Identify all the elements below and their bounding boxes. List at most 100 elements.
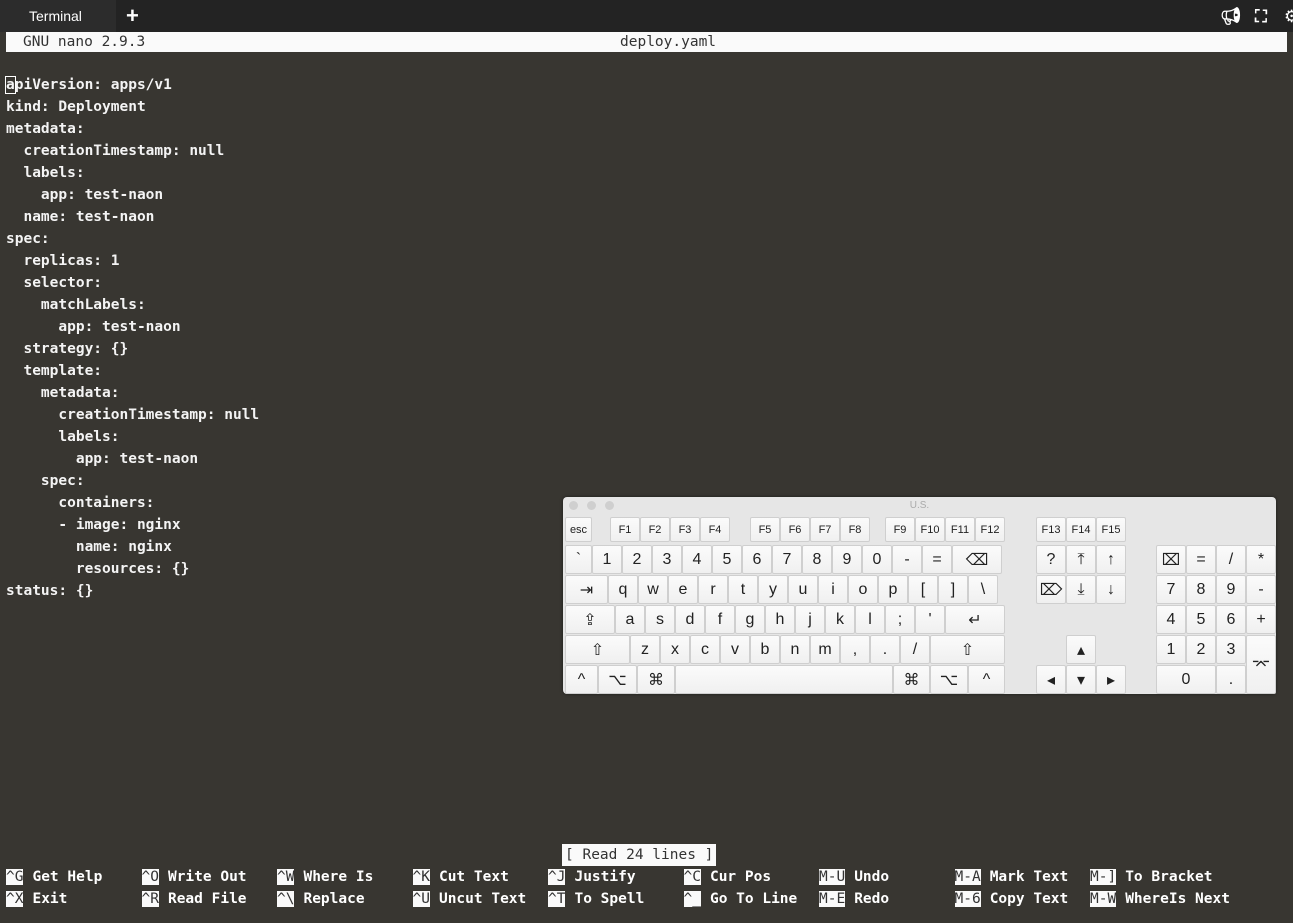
key-sym[interactable]: = <box>1186 545 1216 574</box>
key-F3[interactable]: F3 <box>670 517 700 542</box>
key-1[interactable]: 1 <box>592 545 622 574</box>
key-a[interactable]: a <box>615 605 645 634</box>
key-sym[interactable]: ◂ <box>1036 665 1066 694</box>
key-m[interactable]: m <box>810 635 840 664</box>
key-j[interactable]: j <box>795 605 825 634</box>
key-p[interactable]: p <box>878 575 908 604</box>
key-sym[interactable]: - <box>892 545 922 574</box>
key-backspace[interactable]: ⌫ <box>952 545 1002 574</box>
key-1[interactable]: 1 <box>1156 635 1186 664</box>
key-l[interactable]: l <box>855 605 885 634</box>
key-0[interactable]: 0 <box>862 545 892 574</box>
key-5[interactable]: 5 <box>1186 605 1216 634</box>
key-sym[interactable]: ; <box>885 605 915 634</box>
key-q[interactable]: q <box>608 575 638 604</box>
key-tab[interactable]: ⇥ <box>565 575 608 604</box>
key-7[interactable]: 7 <box>1156 575 1186 604</box>
key-sym[interactable]: ⤓ <box>1066 575 1096 604</box>
key-9[interactable]: 9 <box>1216 575 1246 604</box>
key-u[interactable]: u <box>788 575 818 604</box>
tab-terminal[interactable]: Terminal <box>0 0 116 32</box>
key-x[interactable]: x <box>660 635 690 664</box>
key-control[interactable]: ^ <box>565 665 598 694</box>
key-sym[interactable]: / <box>1216 545 1246 574</box>
key-F6[interactable]: F6 <box>780 517 810 542</box>
key-sym[interactable]: [ <box>908 575 938 604</box>
key-control[interactable]: ^ <box>968 665 1005 694</box>
key-s[interactable]: s <box>645 605 675 634</box>
key-clear[interactable]: ⌧ <box>1156 545 1186 574</box>
key-sym[interactable]: . <box>870 635 900 664</box>
keyboard-viewer-window[interactable]: U.S. esc F1 F2 F3 F4 F5 F6 F7 F8 F9 F10 F11 F12 F13 F1… <box>563 497 1276 694</box>
key-F15[interactable]: F15 <box>1096 517 1126 542</box>
key-f[interactable]: f <box>705 605 735 634</box>
key-3[interactable]: 3 <box>1216 635 1246 664</box>
key-return[interactable]: ↵ <box>945 605 1005 634</box>
key-c[interactable]: c <box>690 635 720 664</box>
key-4[interactable]: 4 <box>682 545 712 574</box>
key-F10[interactable]: F10 <box>915 517 945 542</box>
key-sym[interactable]: ] <box>938 575 968 604</box>
key-enter[interactable]: ⌤ <box>1246 635 1276 694</box>
key-shift[interactable]: ⇧ <box>565 635 630 664</box>
key-e[interactable]: e <box>668 575 698 604</box>
key-w[interactable]: w <box>638 575 668 604</box>
key-2[interactable]: 2 <box>622 545 652 574</box>
key-shift[interactable]: ⇧ <box>930 635 1005 664</box>
key-sym[interactable]: ⤒ <box>1066 545 1096 574</box>
key-k[interactable]: k <box>825 605 855 634</box>
key-n[interactable]: n <box>780 635 810 664</box>
key-esc[interactable]: esc <box>565 517 592 542</box>
key-forward-delete[interactable]: ⌦ <box>1036 575 1066 604</box>
key-o[interactable]: o <box>848 575 878 604</box>
key-sym[interactable]: * <box>1246 545 1276 574</box>
key-d[interactable]: d <box>675 605 705 634</box>
key-option[interactable]: ⌥ <box>930 665 968 694</box>
key-sym[interactable]: / <box>900 635 930 664</box>
key-space[interactable] <box>675 665 893 694</box>
key-option[interactable]: ⌥ <box>598 665 637 694</box>
key-z[interactable]: z <box>630 635 660 664</box>
key-4[interactable]: 4 <box>1156 605 1186 634</box>
key-F1[interactable]: F1 <box>610 517 640 542</box>
editor-text-area[interactable]: apiVersion: apps/v1 kind: Deployment metad… <box>5 74 259 602</box>
key-command[interactable]: ⌘ <box>893 665 930 694</box>
key-F7[interactable]: F7 <box>810 517 840 542</box>
key-F13[interactable]: F13 <box>1036 517 1066 542</box>
key-F8[interactable]: F8 <box>840 517 870 542</box>
key-sym[interactable]: = <box>922 545 952 574</box>
key-sym[interactable]: ↑ <box>1096 545 1126 574</box>
key-caps-lock[interactable]: ⇪ <box>565 605 615 634</box>
megaphone-icon[interactable]: 📢︎ <box>1220 7 1242 27</box>
key-5[interactable]: 5 <box>712 545 742 574</box>
key-9[interactable]: 9 <box>832 545 862 574</box>
key-v[interactable]: v <box>720 635 750 664</box>
key-sym[interactable]: ▴ <box>1066 635 1096 664</box>
key-sym[interactable]: ▸ <box>1096 665 1126 694</box>
key-F14[interactable]: F14 <box>1066 517 1096 542</box>
key-y[interactable]: y <box>758 575 788 604</box>
key-sym[interactable]: ↓ <box>1096 575 1126 604</box>
key-sym[interactable]: ` <box>565 545 592 574</box>
key-sym[interactable]: , <box>840 635 870 664</box>
key-2[interactable]: 2 <box>1186 635 1216 664</box>
key-i[interactable]: i <box>818 575 848 604</box>
key-b[interactable]: b <box>750 635 780 664</box>
key-F2[interactable]: F2 <box>640 517 670 542</box>
key-sym[interactable]: ? <box>1036 545 1066 574</box>
key-6[interactable]: 6 <box>1216 605 1246 634</box>
key-sym[interactable]: + <box>1246 605 1276 634</box>
key-F4[interactable]: F4 <box>700 517 730 542</box>
key-6[interactable]: 6 <box>742 545 772 574</box>
key-F11[interactable]: F11 <box>945 517 975 542</box>
key-r[interactable]: r <box>698 575 728 604</box>
key-h[interactable]: h <box>765 605 795 634</box>
key-sym[interactable]: \ <box>968 575 998 604</box>
key-sym[interactable]: . <box>1216 665 1246 694</box>
gear-icon[interactable]: ⚙ <box>1284 7 1293 27</box>
key-F12[interactable]: F12 <box>975 517 1005 542</box>
key-sym[interactable]: ' <box>915 605 945 634</box>
key-command[interactable]: ⌘ <box>637 665 675 694</box>
key-8[interactable]: 8 <box>1186 575 1216 604</box>
key-F5[interactable]: F5 <box>750 517 780 542</box>
